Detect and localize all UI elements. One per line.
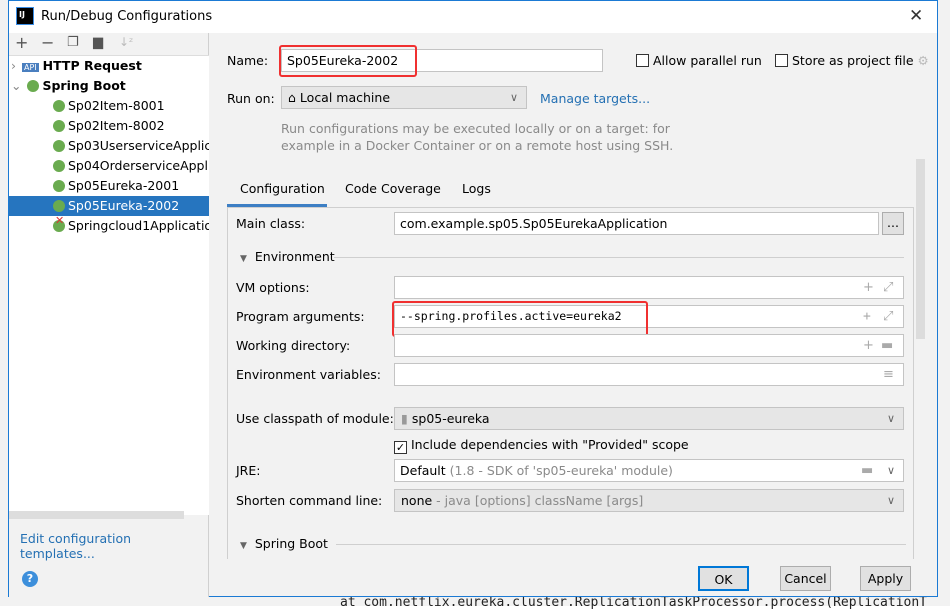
api-icon: API (22, 63, 39, 72)
highlight-box (279, 45, 417, 77)
tree-item[interactable]: Sp02Item-8001 (9, 96, 209, 116)
spring-boot-error-icon: ✕ (53, 216, 65, 232)
working-dir-label: Working directory: (236, 338, 351, 353)
main-class-input[interactable]: com.example.sp05.Sp05EurekaApplication (394, 212, 879, 235)
tree-item[interactable]: Sp02Item-8002 (9, 116, 209, 136)
spring-boot-icon (53, 120, 65, 132)
shorten-select[interactable]: none - java [options] className [args] ∨ (394, 489, 904, 512)
config-sidebar: + − ❐ ▆ ↓ᶻ › API HTTP Request ⌄ Spring Boot… (9, 33, 209, 597)
plus-icon[interactable]: + (15, 33, 28, 52)
tab-configuration[interactable]: Configuration (240, 181, 325, 196)
edit-templates-link[interactable]: Edit configuration templates... (20, 531, 208, 561)
allow-parallel-checkbox[interactable]: Allow parallel run (636, 53, 762, 68)
tab-logs[interactable]: Logs (462, 181, 491, 196)
tab-code-coverage[interactable]: Code Coverage (345, 181, 441, 196)
main-class-label: Main class: (236, 216, 306, 231)
cancel-button[interactable]: Cancel (780, 566, 831, 591)
module-icon: ▮ (401, 411, 408, 426)
help-icon[interactable]: ? (22, 571, 38, 587)
spring-boot-icon (53, 140, 65, 152)
spring-boot-icon (53, 100, 65, 112)
checkbox[interactable] (775, 54, 788, 67)
chevron-down-icon: ∨ (886, 464, 895, 477)
sort-icon[interactable]: ↓ᶻ (119, 35, 133, 49)
env-vars-input[interactable]: ≡ (394, 363, 904, 386)
classpath-select[interactable]: ▮ sp05-eureka ∨ (394, 407, 904, 430)
copy-icon[interactable]: ❐ (67, 35, 79, 50)
title-bar: IJ Run/Debug Configurations ✕ (9, 1, 937, 33)
chevron-right-icon: › (11, 58, 16, 73)
config-tree: › API HTTP Request ⌄ Spring Boot Sp02Item-8… (9, 55, 209, 515)
hint-line-2: example in a Docker Container or on a re… (281, 138, 674, 153)
insert-macro-icon[interactable]: + (863, 335, 874, 356)
tree-group-http-request[interactable]: › API HTTP Request (9, 56, 209, 76)
program-args-label: Program arguments: (236, 309, 365, 324)
expand-plus-icon[interactable]: + (863, 277, 874, 298)
vertical-scrollbar[interactable] (916, 159, 925, 339)
expand-icon[interactable]: ⤢ (883, 277, 893, 298)
checkbox-checked[interactable]: ✓ (394, 441, 407, 454)
intellij-logo: IJ (16, 7, 34, 25)
environment-section[interactable]: ▼ Environment (240, 249, 335, 264)
tree-item-selected[interactable]: Sp05Eureka-2002 (9, 196, 209, 216)
jre-select[interactable]: Default (1.8 - SDK of 'sp05-eureka' modu… (394, 459, 904, 482)
chevron-down-icon: ∨ (886, 494, 895, 507)
shorten-label: Shorten command line: (236, 493, 383, 508)
tree-item[interactable]: Sp04OrderserviceApplica (9, 156, 209, 176)
divider (334, 257, 904, 258)
run-on-select[interactable]: ⌂ Local machine ∨ (281, 86, 527, 109)
triangle-down-icon: ▼ (240, 541, 247, 551)
expand-plus-icon[interactable]: + (863, 306, 871, 327)
browse-button[interactable]: ... (882, 212, 904, 235)
ok-button[interactable]: OK (698, 566, 749, 591)
include-provided-checkbox[interactable]: ✓ Include dependencies with "Provided" sc… (394, 437, 689, 454)
apply-button[interactable]: Apply (860, 566, 911, 591)
checkbox[interactable] (636, 54, 649, 67)
run-debug-dialog: IJ Run/Debug Configurations ✕ + − ❐ ▆ ↓ᶻ… (8, 0, 938, 597)
highlight-box (392, 301, 648, 337)
folder-icon[interactable]: ▬ (861, 460, 873, 481)
minus-icon[interactable]: − (41, 33, 54, 52)
jre-label: JRE: (236, 463, 261, 478)
env-vars-label: Environment variables: (236, 367, 381, 382)
tree-group-spring-boot[interactable]: ⌄ Spring Boot (9, 76, 209, 96)
home-icon: ⌂ (288, 90, 296, 105)
hint-line-1: Run configurations may be executed local… (281, 121, 670, 136)
run-on-label: Run on: (227, 91, 275, 106)
tree-item[interactable]: ✕ Springcloud1Application (9, 216, 209, 236)
store-project-checkbox[interactable]: Store as project file ⚙ (775, 53, 929, 68)
vm-options-label: VM options: (236, 280, 310, 295)
list-icon[interactable]: ≡ (883, 364, 894, 385)
folder-add-icon[interactable]: ▆ (93, 35, 103, 50)
chevron-down-icon: ⌄ (11, 78, 22, 93)
name-label: Name: (227, 53, 269, 68)
working-dir-input[interactable]: + ▬ (394, 334, 904, 357)
spring-boot-icon (53, 180, 65, 192)
spring-boot-icon (27, 80, 40, 92)
classpath-label: Use classpath of module: (236, 411, 394, 426)
horizontal-scrollbar[interactable] (9, 511, 184, 519)
spring-boot-section[interactable]: ▼ Spring Boot (240, 536, 328, 551)
triangle-down-icon: ▼ (240, 254, 247, 264)
spring-boot-icon (53, 160, 65, 172)
window-title: Run/Debug Configurations (41, 9, 213, 24)
chevron-down-icon: ∨ (509, 91, 518, 104)
folder-icon[interactable]: ▬ (881, 335, 893, 356)
chevron-down-icon: ∨ (886, 412, 895, 425)
sidebar-toolbar: + − ❐ ▆ ↓ᶻ (15, 33, 205, 53)
close-icon[interactable]: ✕ (909, 6, 923, 26)
expand-icon[interactable]: ⤢ (883, 306, 893, 327)
gear-icon[interactable]: ⚙ (918, 53, 929, 68)
tree-item[interactable]: Sp03UserserviceApplicat (9, 136, 209, 156)
background-code-line: at com.netflix.eureka.cluster.Replicatio… (340, 595, 927, 610)
manage-targets-link[interactable]: Manage targets... (540, 91, 650, 106)
tree-item[interactable]: Sp05Eureka-2001 (9, 176, 209, 196)
divider (336, 544, 906, 545)
spring-boot-icon (53, 200, 65, 212)
vm-options-input[interactable]: + ⤢ (394, 276, 904, 299)
